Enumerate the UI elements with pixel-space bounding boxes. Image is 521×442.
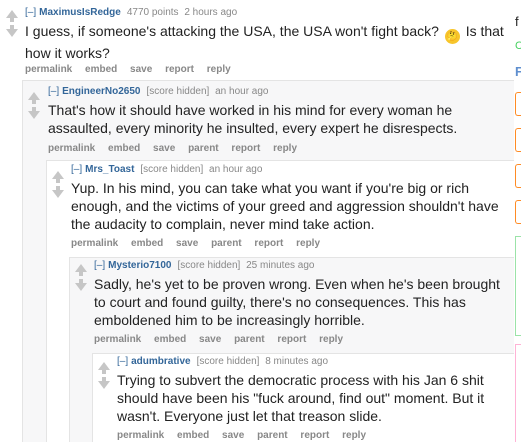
parent-button[interactable]: parent [211,238,242,249]
report-button[interactable]: report [231,143,260,154]
vote-arrows [27,92,42,119]
downvote-icon[interactable] [5,25,20,37]
sidebar-text-fragment-1: f [515,14,519,29]
comment-body: That's how it should have worked in his … [48,102,458,136]
upvote-icon[interactable] [97,362,112,374]
comment-score: [score hidden] [196,356,260,367]
comment-5: [–] adumbrative [score hidden] 8 minutes a… [93,353,514,442]
embed-button[interactable]: embed [85,64,117,75]
reply-button[interactable]: reply [273,143,297,154]
save-button[interactable]: save [130,64,152,75]
comment-1: [–] MaximusIsRedge 4770 points 2 hours ago… [0,0,514,80]
comment-body: Trying to subvert the democratic process… [117,372,485,424]
parent-button[interactable]: parent [234,334,265,345]
embed-button[interactable]: embed [108,143,140,154]
collapse-toggle[interactable]: [–] [48,86,59,97]
comment-author[interactable]: adumbrative [131,356,190,367]
upvote-icon[interactable] [74,264,89,276]
collapse-toggle[interactable]: [–] [25,7,36,18]
permalink-button[interactable]: permalink [117,430,164,441]
reply-button[interactable]: reply [207,64,231,75]
sidebar-box-pink [515,344,521,442]
comment-buttons: permalink embed save parent report reply [117,430,376,442]
report-button[interactable]: report [254,238,283,249]
sidebar-flair-orange-1 [515,92,521,116]
comment-time: 2 hours ago [184,7,238,18]
comment-thread-page: [–] MaximusIsRedge 4770 points 2 hours ago… [0,0,521,442]
comment-body: Sadly, he's yet to be proven wrong. Even… [94,276,500,328]
comment-body: I guess, if someone's attacking the USA,… [25,22,505,62]
comment-tagline: [–] Mrs_Toast [score hidden] an hour ago [71,164,262,176]
collapse-toggle[interactable]: [–] [94,260,105,271]
embed-button[interactable]: embed [131,238,163,249]
comment-score: [score hidden] [140,164,204,175]
comment-author[interactable]: Mysterio7100 [108,260,171,271]
upvote-icon[interactable] [27,92,42,104]
comment-text-part1: I guess, if someone's attacking the USA,… [25,23,439,39]
comment-4: [–] Mysterio7100 [score hidden] 25 minutes… [70,257,514,353]
downvote-icon[interactable] [74,279,89,291]
comment-3: [–] Mrs_Toast [score hidden] an hour ago Y… [47,160,514,257]
sidebar-text-fragment-3: F [515,64,521,79]
collapse-toggle[interactable]: [–] [117,356,128,367]
downvote-icon[interactable] [97,377,112,389]
permalink-button[interactable]: permalink [94,334,141,345]
permalink-button[interactable]: permalink [25,64,72,75]
vote-arrows [51,171,66,198]
comment-body: Yup. In his mind, you can take what you … [71,180,499,232]
sidebar-flair-orange-2 [515,128,521,152]
comment-buttons: permalink embed save report reply [25,64,241,76]
comment-time: 25 minutes ago [246,260,315,271]
comment-score: 4770 points [126,7,179,18]
sidebar-flair-orange-4 [515,200,521,224]
comment-time: an hour ago [209,164,263,175]
sidebar-text-fragment-2: C [515,40,521,52]
comment-tagline: [–] MaximusIsRedge 4770 points 2 hours ago [25,7,237,19]
report-button[interactable]: report [165,64,194,75]
vote-arrows [5,10,20,37]
vote-arrows [97,362,112,389]
parent-button[interactable]: parent [188,143,219,154]
parent-button[interactable]: parent [257,430,288,441]
permalink-button[interactable]: permalink [48,143,95,154]
vote-arrows [74,264,89,291]
report-button[interactable]: report [277,334,306,345]
save-button[interactable]: save [222,430,244,441]
collapse-toggle[interactable]: [–] [71,164,82,175]
sidebar-flair-orange-3 [515,164,521,188]
comment-score: [score hidden] [177,260,241,271]
comment-score: [score hidden] [146,86,210,97]
comment-tagline: [–] adumbrative [score hidden] 8 minutes a… [117,356,328,368]
report-button[interactable]: report [300,430,329,441]
reply-button[interactable]: reply [342,430,366,441]
comment-author[interactable]: EngineerNo2650 [62,86,140,97]
save-button[interactable]: save [153,143,175,154]
comment-tagline: [–] Mysterio7100 [score hidden] 25 minutes… [94,260,315,272]
downvote-icon[interactable] [51,186,66,198]
comment-author[interactable]: MaximusIsRedge [39,7,121,18]
reply-button[interactable]: reply [296,238,320,249]
comment-2: [–] EngineerNo2650 [score hidden] an hour … [23,80,514,160]
sidebar-box-green [515,236,521,336]
save-button[interactable]: save [176,238,198,249]
comment-buttons: permalink embed save parent report reply [71,238,330,250]
thinking-face-emoji: 🤔 [444,29,460,44]
upvote-icon[interactable] [5,10,20,22]
comment-time: an hour ago [215,86,269,97]
embed-button[interactable]: embed [154,334,186,345]
comment-tagline: [–] EngineerNo2650 [score hidden] an hour … [48,86,269,98]
comment-author[interactable]: Mrs_Toast [85,164,134,175]
save-button[interactable]: save [199,334,221,345]
downvote-icon[interactable] [27,107,42,119]
embed-button[interactable]: embed [177,430,209,441]
reply-button[interactable]: reply [319,334,343,345]
comment-time: 8 minutes ago [265,356,329,367]
permalink-button[interactable]: permalink [71,238,118,249]
upvote-icon[interactable] [51,171,66,183]
comment-buttons: permalink embed save parent report reply [48,143,307,155]
comment-buttons: permalink embed save parent report reply [94,334,353,346]
